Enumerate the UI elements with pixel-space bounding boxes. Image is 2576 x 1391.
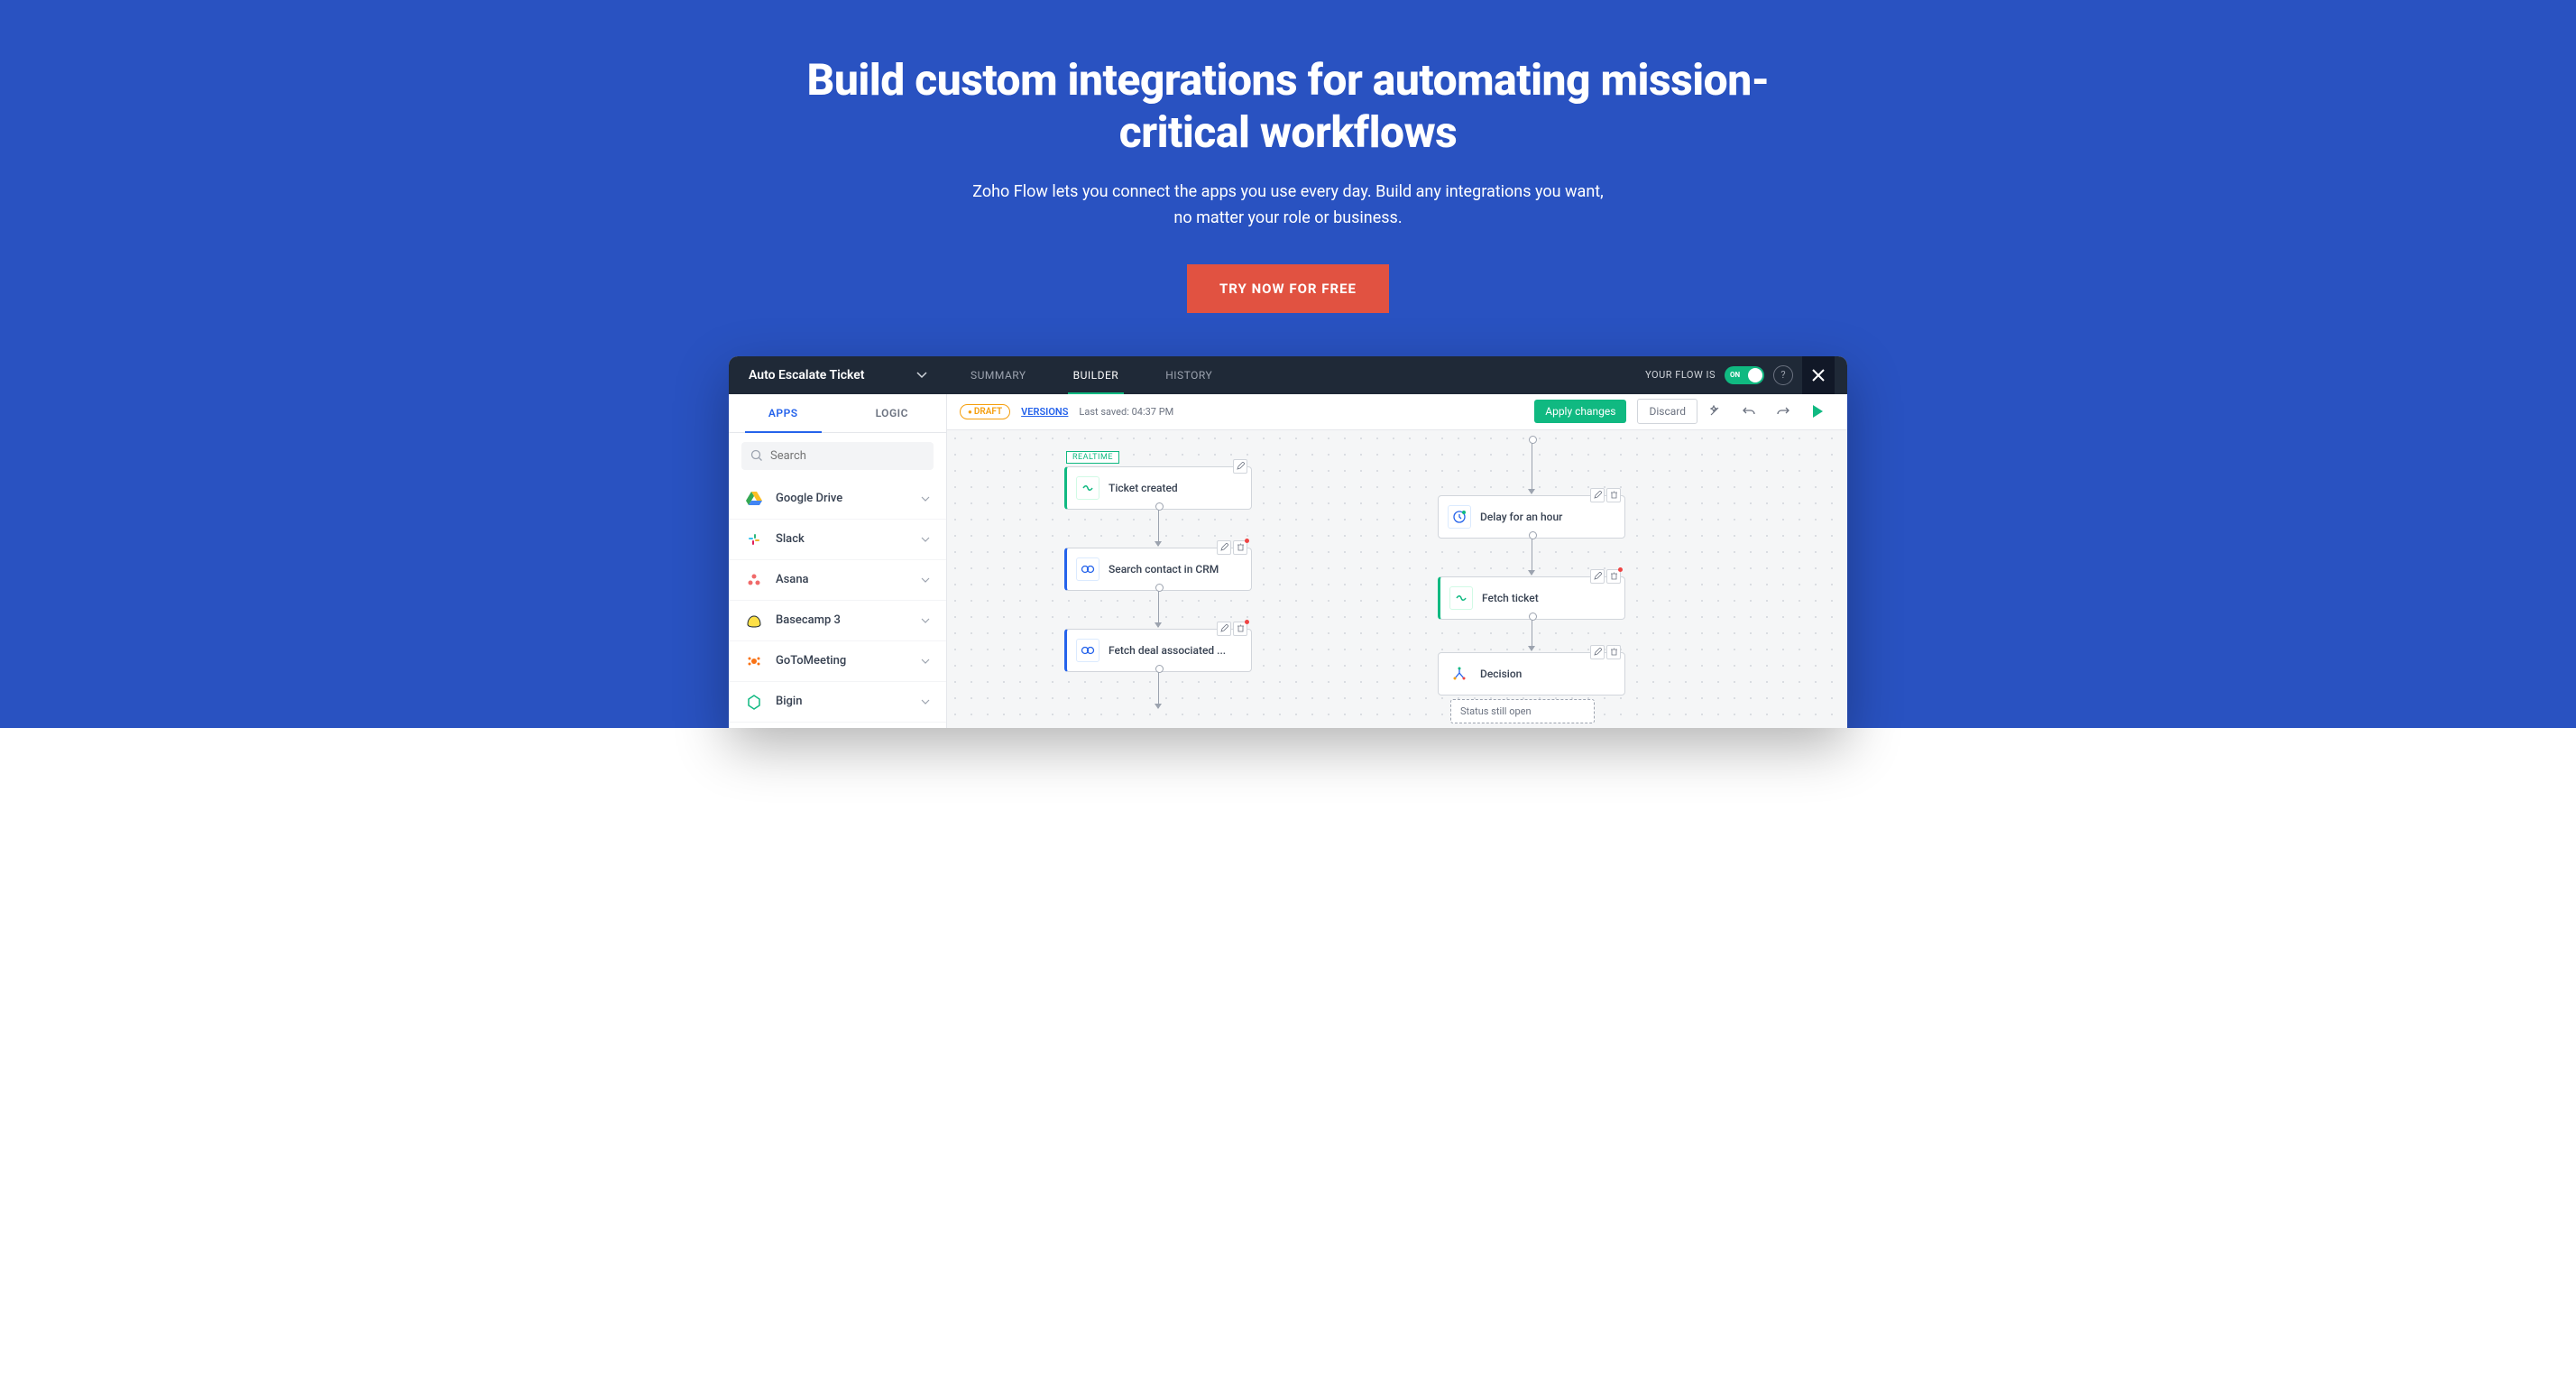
flow-canvas[interactable]: REALTIME Ticket created [947, 430, 1847, 728]
app-name-label: Bigin [776, 695, 908, 708]
node-label: Decision [1480, 668, 1614, 680]
delete-icon[interactable] [1233, 622, 1247, 636]
app-item-bigin[interactable]: Bigin [729, 682, 946, 723]
node-label: Fetch deal associated ... [1109, 644, 1240, 657]
hero-title: Build custom integrations for automating… [792, 54, 1784, 158]
connector [1158, 506, 1159, 546]
asana-icon [745, 571, 763, 589]
gotomeeting-icon [745, 652, 763, 670]
chevron-down-icon [921, 496, 930, 502]
tab-builder[interactable]: BUILDER [1050, 356, 1143, 394]
magic-wand-icon[interactable] [1708, 405, 1732, 418]
redo-icon[interactable] [1777, 405, 1800, 418]
app-item-gotomeeting[interactable]: GoToMeeting [729, 641, 946, 682]
edit-icon[interactable] [1590, 645, 1605, 659]
app-item-slack[interactable]: Slack [729, 520, 946, 560]
flow-name-dropdown[interactable]: Auto Escalate Ticket [729, 356, 947, 394]
flow-toggle[interactable]: ON [1725, 366, 1764, 384]
sidebar: APPS LOGIC Goo [729, 394, 947, 728]
hero-subtitle: Zoho Flow lets you connect the apps you … [792, 180, 1784, 232]
app-name-label: GoToMeeting [776, 654, 908, 668]
delete-icon[interactable] [1233, 540, 1247, 555]
trigger-icon [1449, 586, 1473, 610]
discard-button[interactable]: Discard [1637, 399, 1697, 424]
node-label: Search contact in CRM [1109, 563, 1240, 576]
play-icon[interactable] [1811, 404, 1835, 419]
bigin-icon [745, 693, 763, 711]
search-box[interactable] [741, 442, 934, 470]
decision-branch-label[interactable]: Status still open [1450, 699, 1595, 723]
close-button[interactable] [1802, 356, 1835, 394]
search-input[interactable] [770, 449, 925, 463]
delete-icon[interactable] [1606, 645, 1621, 659]
undo-icon[interactable] [1743, 405, 1766, 418]
clock-icon [1448, 505, 1471, 529]
versions-link[interactable]: VERSIONS [1021, 406, 1068, 418]
app-name-label: Slack [776, 532, 908, 546]
chevron-down-icon [921, 537, 930, 542]
tab-history[interactable]: HISTORY [1142, 356, 1236, 394]
canvas-toolbar: DRAFT VERSIONS Last saved: 04:37 PM Appl… [947, 394, 1847, 430]
node-label: Delay for an hour [1480, 511, 1614, 523]
flow-node-decision[interactable]: Decision [1438, 652, 1625, 696]
app-item-google-drive[interactable]: Google Drive [729, 479, 946, 520]
edit-icon[interactable] [1590, 488, 1605, 502]
chevron-down-icon [921, 618, 930, 623]
sidebar-tab-logic[interactable]: LOGIC [838, 394, 947, 432]
action-icon [1076, 639, 1099, 662]
search-icon [750, 449, 763, 462]
edit-icon[interactable] [1590, 569, 1605, 584]
slack-icon [745, 530, 763, 548]
basecamp-icon [745, 612, 763, 630]
connector [1158, 587, 1159, 627]
app-header: Auto Escalate Ticket SUMMARY BUILDER HIS… [729, 356, 1847, 394]
delete-icon[interactable] [1606, 488, 1621, 502]
edit-icon[interactable] [1217, 622, 1231, 636]
action-icon [1076, 557, 1099, 581]
chevron-down-icon [921, 577, 930, 583]
chevron-down-icon [921, 699, 930, 705]
flow-status-label: YOUR FLOW IS [1645, 369, 1716, 381]
chevron-down-icon [916, 372, 927, 379]
node-label: Fetch ticket [1482, 592, 1614, 604]
app-name-label: Asana [776, 573, 908, 586]
app-item-asana[interactable]: Asana [729, 560, 946, 601]
node-label: Ticket created [1109, 482, 1240, 494]
edit-icon[interactable] [1233, 459, 1247, 474]
app-name-label: Basecamp 3 [776, 613, 908, 627]
app-name-label: Google Drive [776, 492, 908, 505]
connector [1158, 668, 1159, 708]
realtime-tag: REALTIME [1066, 451, 1119, 464]
decision-icon [1448, 662, 1471, 686]
app-item-basecamp[interactable]: Basecamp 3 [729, 601, 946, 641]
delete-icon[interactable] [1606, 569, 1621, 584]
app-window: Auto Escalate Ticket SUMMARY BUILDER HIS… [729, 356, 1847, 728]
draft-badge: DRAFT [960, 404, 1010, 419]
try-now-button[interactable]: TRY NOW FOR FREE [1187, 264, 1389, 313]
sidebar-tab-apps[interactable]: APPS [729, 394, 838, 432]
google-drive-icon [745, 490, 763, 508]
edit-icon[interactable] [1217, 540, 1231, 555]
tab-summary[interactable]: SUMMARY [947, 356, 1050, 394]
apply-changes-button[interactable]: Apply changes [1534, 400, 1626, 423]
last-saved-label: Last saved: 04:37 PM [1079, 406, 1173, 418]
chevron-down-icon [921, 659, 930, 664]
help-icon[interactable]: ? [1773, 365, 1793, 385]
trigger-icon [1076, 476, 1099, 500]
